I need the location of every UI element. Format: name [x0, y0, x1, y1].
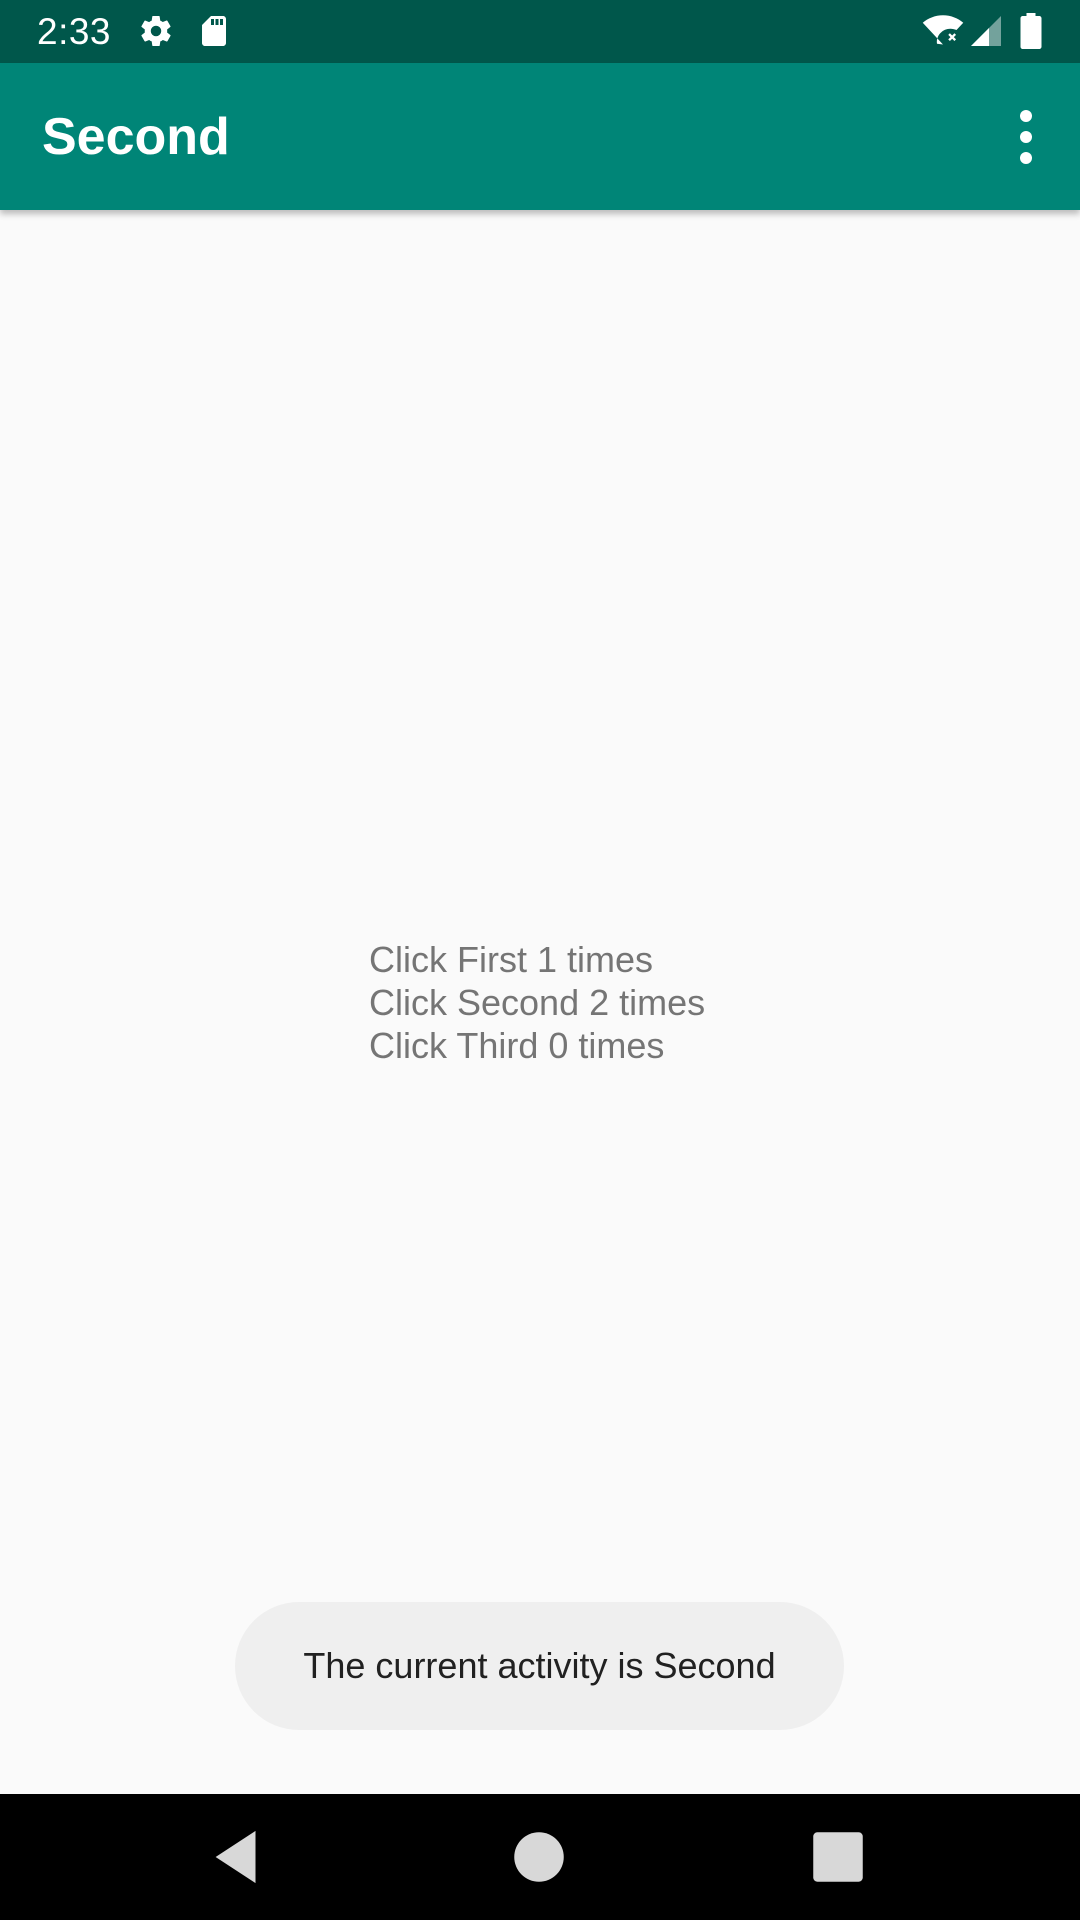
back-button[interactable]: [206, 1824, 272, 1890]
more-options-button[interactable]: [990, 101, 1062, 173]
counter-line-second: Click Second 2 times: [369, 982, 706, 1023]
home-icon: [514, 1832, 564, 1882]
back-icon: [215, 1830, 256, 1884]
battery-icon: [1016, 13, 1046, 49]
click-counter-text: Click First 1 times Click Second 2 times…: [369, 938, 705, 1067]
cell-signal-icon: [968, 13, 1004, 49]
status-time: 2:33: [37, 11, 112, 52]
status-bar: 2:33: [0, 0, 1080, 63]
app-title: Second: [42, 108, 230, 166]
recents-icon: [813, 1832, 863, 1882]
toast-message: The current activity is Second: [235, 1602, 844, 1730]
sd-card-icon: [196, 13, 232, 49]
recents-button[interactable]: [805, 1824, 871, 1890]
more-vert-icon: [1020, 110, 1032, 164]
app-bar: Second: [0, 63, 1080, 210]
gear-icon: [138, 13, 174, 49]
counter-line-third: Click Third 0 times: [369, 1025, 665, 1066]
navigation-bar: [0, 1794, 1080, 1920]
screen: 2:33 Second Click First 1 times Click Se…: [0, 0, 1080, 1920]
counter-line-first: Click First 1 times: [369, 939, 654, 980]
wifi-icon: [922, 13, 964, 49]
toast-text: The current activity is Second: [303, 1645, 776, 1686]
home-button[interactable]: [506, 1824, 572, 1890]
